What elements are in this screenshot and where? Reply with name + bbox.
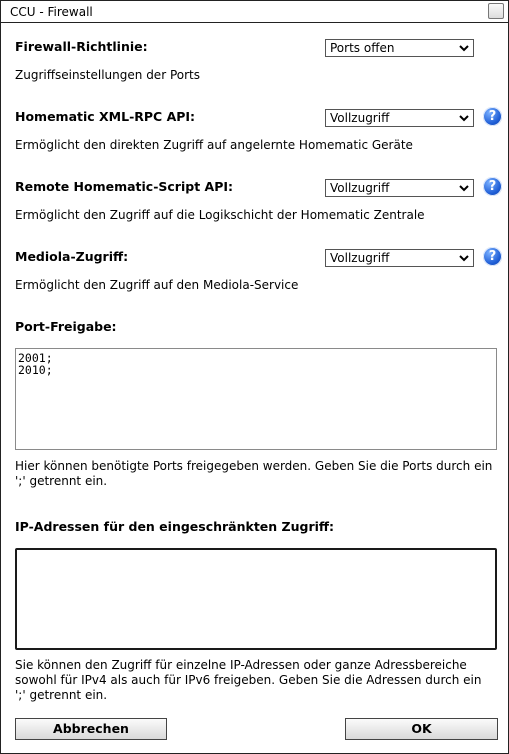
chevron-down-icon	[458, 251, 470, 265]
mediola-label: Mediola-Zugriff:	[15, 249, 129, 264]
mediola-value: Vollzugriff	[330, 251, 390, 265]
ok-button[interactable]: OK	[345, 718, 498, 740]
ip-restricted-label: IP-Adressen für den eingeschränkten Zugr…	[15, 519, 335, 534]
script-api-select[interactable]: Vollzugriff	[325, 179, 474, 197]
mediola-description: Ermöglicht den Zugriff auf den Mediola-S…	[15, 278, 299, 292]
xmlrpc-value: Vollzugriff	[330, 111, 390, 125]
firewall-policy-label: Firewall-Richtlinie:	[15, 39, 148, 54]
firewall-dialog: CCU - Firewall Firewall-Richtlinie: Port…	[0, 0, 509, 754]
script-api-label: Remote Homematic-Script API:	[15, 179, 234, 194]
firewall-policy-description: Zugriffseinstellungen der Ports	[15, 68, 200, 82]
help-icon[interactable]: ?	[483, 107, 502, 126]
script-api-description: Ermöglicht den Zugriff auf die Logikschi…	[15, 208, 425, 222]
chevron-down-icon	[458, 41, 470, 55]
close-icon	[489, 4, 503, 18]
title-bar: CCU - Firewall	[1, 1, 508, 23]
port-release-description: Hier können benötigte Ports freigegeben …	[15, 459, 493, 488]
port-release-textarea[interactable]: 2001; 2010;	[15, 348, 497, 450]
port-release-label: Port-Freigabe:	[15, 319, 117, 334]
firewall-policy-value: Ports offen	[330, 41, 395, 55]
mediola-select[interactable]: Vollzugriff	[325, 249, 474, 267]
xmlrpc-select[interactable]: Vollzugriff	[325, 109, 474, 127]
chevron-down-icon	[458, 181, 470, 195]
ip-restricted-textarea[interactable]	[15, 548, 497, 650]
cancel-button[interactable]: Abbrechen	[15, 718, 167, 740]
ip-restricted-description: Sie können den Zugriff für einzelne IP-A…	[15, 658, 482, 702]
help-icon[interactable]: ?	[483, 177, 502, 196]
chevron-down-icon	[458, 111, 470, 125]
help-icon[interactable]: ?	[483, 247, 502, 266]
xmlrpc-label: Homematic XML-RPC API:	[15, 109, 196, 124]
close-button[interactable]	[488, 3, 504, 19]
firewall-policy-select[interactable]: Ports offen	[325, 39, 474, 57]
xmlrpc-description: Ermöglicht den direkten Zugriff auf ange…	[15, 138, 413, 152]
script-api-value: Vollzugriff	[330, 181, 390, 195]
window-title: CCU - Firewall	[10, 5, 93, 19]
